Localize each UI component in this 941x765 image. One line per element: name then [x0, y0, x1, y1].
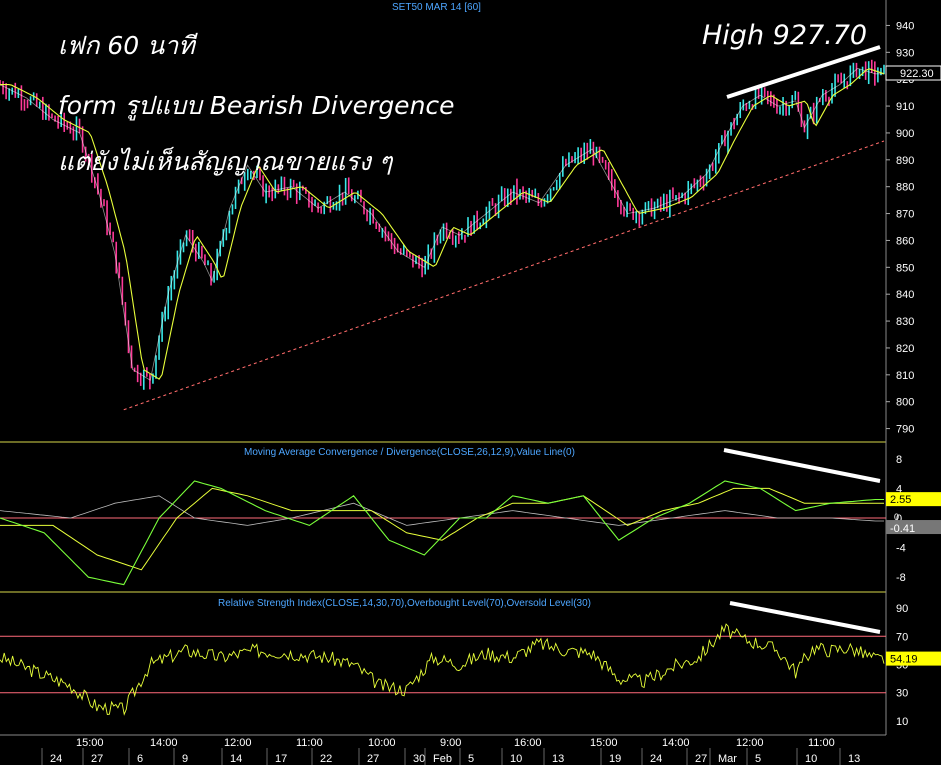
price-tick-label: 880: [896, 182, 914, 194]
price-title: SET50 MAR 14 [60]: [392, 2, 481, 13]
macd-hist-label: -0.41: [890, 523, 915, 535]
macd-value-line: [0, 495, 884, 526]
x-axis-time: 12:00: [736, 737, 764, 749]
macd-signal-line: [0, 487, 884, 571]
x-axis-date: 6: [137, 753, 143, 765]
rsi-value-label: 54.19: [890, 654, 918, 666]
divergence-line-macd: [723, 448, 881, 483]
x-axis-date: 27: [91, 753, 103, 765]
rsi-tick-label: 90: [896, 603, 908, 615]
annotation-high: High 927.70: [702, 20, 868, 51]
x-axis-time: 10:00: [368, 737, 396, 749]
rsi-tick-label: 70: [896, 631, 908, 643]
price-tick-label: 910: [896, 101, 914, 113]
x-axis-date: 9: [182, 753, 188, 765]
x-axis-date: 17: [275, 753, 287, 765]
price-tick-label: 850: [896, 262, 914, 274]
x-axis-date: 24: [650, 753, 662, 765]
price-tick-label: 890: [896, 155, 914, 167]
macd-tick-label: -4: [896, 543, 906, 555]
annotation-signal: แต่ยังไม่เห็นสัญญาณขายแรง ๆ: [58, 147, 393, 176]
rsi-tick-label: 10: [896, 716, 908, 728]
macd-title: Moving Average Convergence / Divergence(…: [244, 447, 575, 458]
divergence-line-rsi: [729, 601, 881, 634]
x-axis-time: 9:00: [440, 737, 461, 749]
x-axis-time: 12:00: [224, 737, 252, 749]
x-axis-date: 30: [413, 753, 425, 765]
price-tick-label: 790: [896, 424, 914, 436]
x-axis-date: 14: [230, 753, 242, 765]
x-axis-date: 22: [320, 753, 332, 765]
rsi-tick-label: 30: [896, 688, 908, 700]
price-tick-label: 930: [896, 47, 914, 59]
price-tick-label: 900: [896, 128, 914, 140]
price-tick-label: 870: [896, 209, 914, 221]
price-tick-label: 800: [896, 397, 914, 409]
x-axis-time: 11:00: [296, 737, 323, 749]
x-axis-time: 11:00: [808, 737, 835, 749]
x-axis-date: 13: [552, 753, 564, 765]
price-tick-label: 810: [896, 370, 914, 382]
price-tick-label: 940: [896, 20, 914, 32]
price-tick-label: 830: [896, 316, 914, 328]
rsi-title: Relative Strength Index(CLOSE,14,30,70),…: [218, 598, 591, 609]
x-axis-date: 24: [50, 753, 62, 765]
price-tick-label: 840: [896, 289, 914, 301]
x-axis-time: 14:00: [150, 737, 178, 749]
price-tick-label: 820: [896, 343, 914, 355]
x-axis-date: 10: [510, 753, 522, 765]
macd-line: [0, 480, 884, 586]
x-axis-date: 10: [805, 753, 817, 765]
x-axis-time: 15:00: [76, 737, 104, 749]
x-axis-date: 27: [695, 753, 707, 765]
macd-tick-label: -8: [896, 572, 906, 584]
x-axis-date: 5: [468, 753, 474, 765]
last-price-label: 922.30: [900, 68, 934, 80]
macd-value-label: 2.55: [890, 494, 911, 506]
price-tick-label: 860: [896, 235, 914, 247]
x-axis-date: 5: [755, 753, 761, 765]
x-axis-date: Feb: [433, 753, 452, 765]
x-axis-time: 16:00: [514, 737, 542, 749]
x-axis-date: 19: [609, 753, 621, 765]
x-axis-time: 15:00: [590, 737, 618, 749]
x-axis-time: 14:00: [662, 737, 690, 749]
annotation-timeframe: เฟก 60 นาที: [58, 31, 195, 60]
x-axis-date: 27: [367, 753, 379, 765]
annotation-pattern: form รูปแบบ Bearish Divergence: [58, 91, 455, 120]
rsi-line: [0, 623, 885, 716]
macd-tick-label: 8: [896, 454, 902, 466]
x-axis-date: 13: [848, 753, 860, 765]
x-axis-date: Mar: [718, 753, 737, 765]
